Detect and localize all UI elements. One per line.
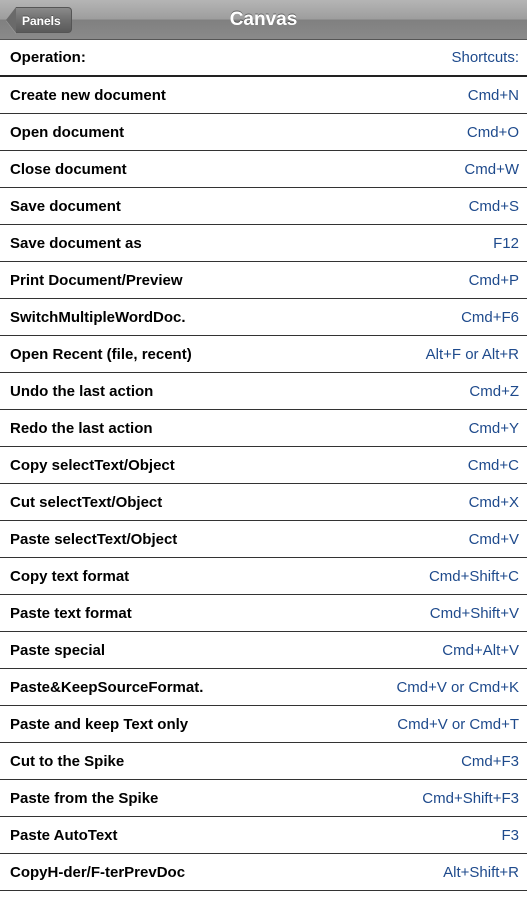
operation-label: Paste AutoText: [10, 827, 118, 844]
list-item[interactable]: Paste&KeepSourceFormat. Cmd+V or Cmd+K: [0, 669, 527, 706]
list-header: Operation: Shortcuts:: [0, 40, 527, 77]
operation-label: Close document: [10, 161, 127, 178]
list-item[interactable]: Cut to the Spike Cmd+F3: [0, 743, 527, 780]
list-item[interactable]: Create new document Cmd+N: [0, 77, 527, 114]
operation-label: SwitchMultipleWordDoc.: [10, 309, 186, 326]
shortcut-label: Cmd+Shift+C: [429, 568, 519, 585]
shortcut-label: Cmd+V: [469, 531, 519, 548]
shortcut-label: F12: [493, 235, 519, 252]
list-item[interactable]: Close document Cmd+W: [0, 151, 527, 188]
shortcut-label: Cmd+C: [468, 457, 519, 474]
shortcut-label: Cmd+O: [467, 124, 519, 141]
operation-label: CopyH-der/F-terPrevDoc: [10, 864, 185, 881]
shortcut-label: Cmd+F3: [461, 753, 519, 770]
list-item[interactable]: Open Recent (file, recent) Alt+F or Alt+R: [0, 336, 527, 373]
operation-label: Copy selectText/Object: [10, 457, 175, 474]
list-item[interactable]: Save document Cmd+S: [0, 188, 527, 225]
navbar: Panels Canvas: [0, 0, 527, 40]
list-item[interactable]: Paste and keep Text only Cmd+V or Cmd+T: [0, 706, 527, 743]
list-item[interactable]: CopyH-der/F-terPrevDoc Alt+Shift+R: [0, 854, 527, 891]
operation-label: Copy text format: [10, 568, 129, 585]
shortcuts-list[interactable]: Operation: Shortcuts: Create new documen…: [0, 40, 527, 900]
shortcut-label: Cmd+Shift+F3: [422, 790, 519, 807]
shortcut-label: Cmd+P: [469, 272, 519, 289]
list-item[interactable]: Paste selectText/Object Cmd+V: [0, 521, 527, 558]
list-item[interactable]: Save document as F12: [0, 225, 527, 262]
operation-label: Paste&KeepSourceFormat.: [10, 679, 203, 696]
shortcut-label: Cmd+Shift+V: [430, 605, 519, 622]
operation-label: Save document: [10, 198, 121, 215]
shortcut-label: Cmd+V or Cmd+K: [396, 679, 519, 696]
operation-label: Paste special: [10, 642, 105, 659]
operation-label: Cut to the Spike: [10, 753, 124, 770]
list-item[interactable]: Paste AutoText F3: [0, 817, 527, 854]
shortcut-label: Cmd+S: [469, 198, 519, 215]
operation-label: Save document as: [10, 235, 142, 252]
operation-label: Paste text format: [10, 605, 132, 622]
list-item[interactable]: Copy text format Cmd+Shift+C: [0, 558, 527, 595]
list-item[interactable]: Open document Cmd+O: [0, 114, 527, 151]
operation-label: Redo the last action: [10, 420, 153, 437]
operation-label: Create new document: [10, 87, 166, 104]
list-item[interactable]: Paste special Cmd+Alt+V: [0, 632, 527, 669]
shortcut-label: Cmd+X: [469, 494, 519, 511]
chevron-left-icon: [6, 7, 16, 33]
back-button[interactable]: Panels: [6, 7, 72, 33]
operation-label: Open document: [10, 124, 124, 141]
operation-label: Cut selectText/Object: [10, 494, 162, 511]
shortcut-label: Alt+Shift+R: [443, 864, 519, 881]
list-item[interactable]: Paste from the Spike Cmd+Shift+F3: [0, 780, 527, 817]
list-item[interactable]: Paste text format Cmd+Shift+V: [0, 595, 527, 632]
list-item[interactable]: Undo the last action Cmd+Z: [0, 373, 527, 410]
shortcut-label: Alt+F or Alt+R: [426, 346, 519, 363]
list-item[interactable]: Jump1RowDown/UpDown/Up: [0, 891, 527, 900]
operation-label: Undo the last action: [10, 383, 153, 400]
shortcut-label: Cmd+W: [464, 161, 519, 178]
operation-label: Paste and keep Text only: [10, 716, 188, 733]
shortcut-label: Cmd+V or Cmd+T: [397, 716, 519, 733]
list-item[interactable]: Print Document/Preview Cmd+P: [0, 262, 527, 299]
operation-label: Paste from the Spike: [10, 790, 158, 807]
operation-label: Open Recent (file, recent): [10, 346, 192, 363]
shortcut-label: F3: [501, 827, 519, 844]
shortcut-label: Cmd+N: [468, 87, 519, 104]
list-item[interactable]: Redo the last action Cmd+Y: [0, 410, 527, 447]
operation-label: Paste selectText/Object: [10, 531, 177, 548]
shortcut-label: Cmd+Z: [469, 383, 519, 400]
back-button-label: Panels: [16, 7, 72, 33]
list-item[interactable]: Cut selectText/Object Cmd+X: [0, 484, 527, 521]
list-item[interactable]: SwitchMultipleWordDoc. Cmd+F6: [0, 299, 527, 336]
page-title: Canvas: [230, 9, 298, 31]
shortcut-label: Cmd+Y: [469, 420, 519, 437]
shortcut-label: Cmd+F6: [461, 309, 519, 326]
header-shortcut-label: Shortcuts:: [451, 49, 519, 66]
shortcut-label: Cmd+Alt+V: [442, 642, 519, 659]
list-item[interactable]: Copy selectText/Object Cmd+C: [0, 447, 527, 484]
header-operation-label: Operation:: [10, 49, 86, 66]
operation-label: Print Document/Preview: [10, 272, 183, 289]
